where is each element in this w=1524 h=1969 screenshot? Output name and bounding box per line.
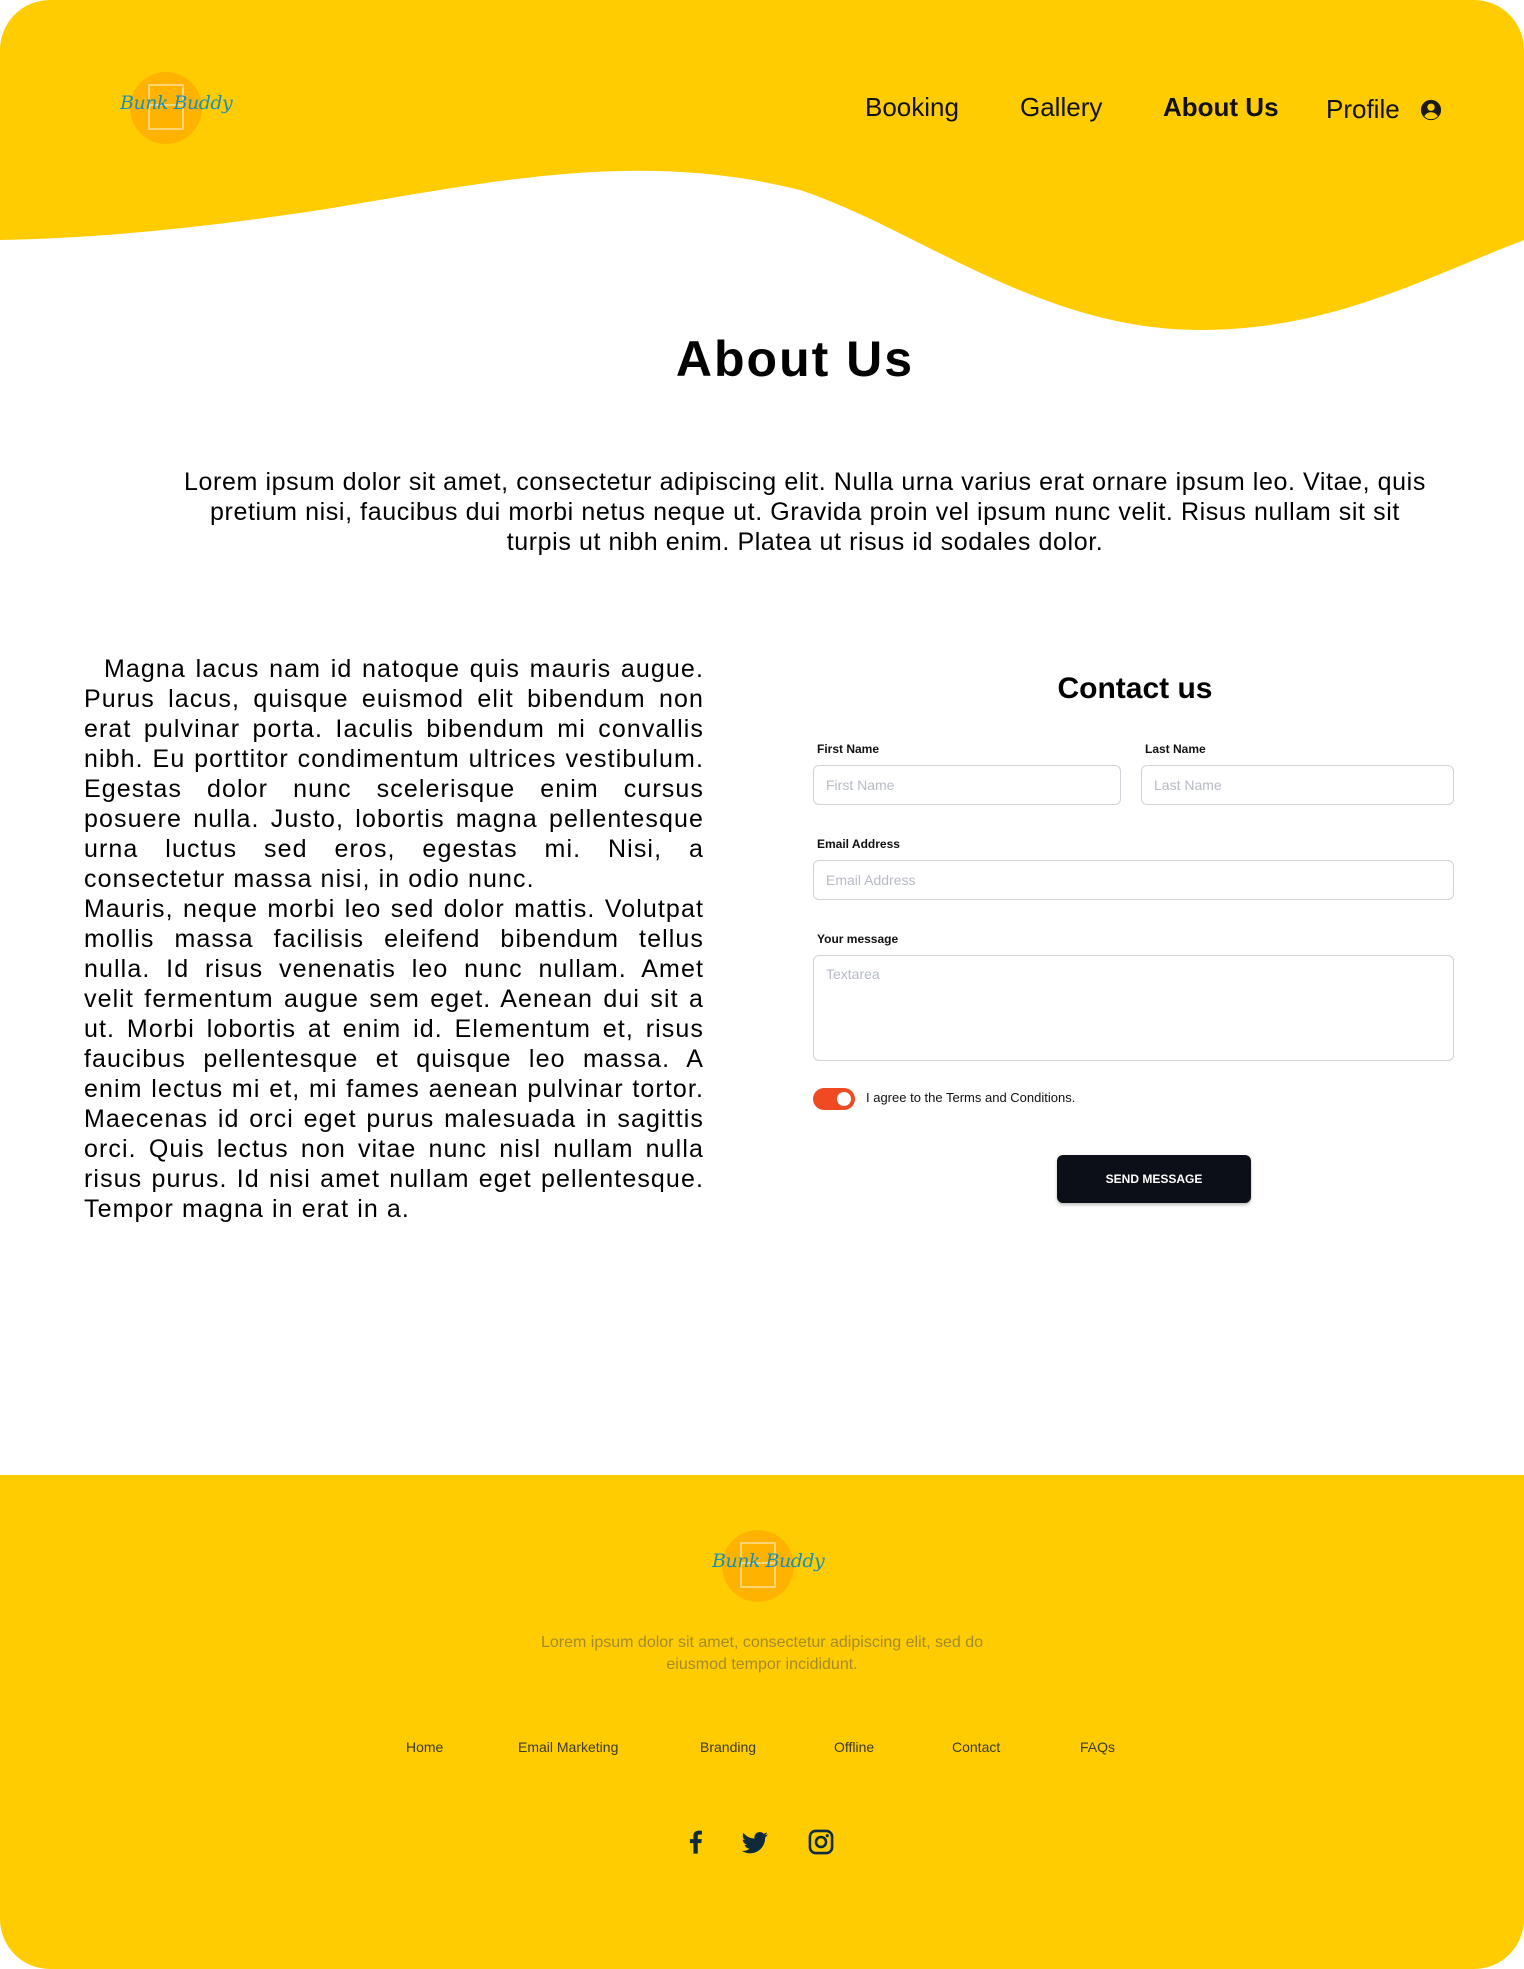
send-message-button[interactable]: SEND MESSAGE	[1057, 1155, 1251, 1203]
toggle-knob	[837, 1092, 851, 1106]
about-body-text: Magna lacus nam id natoque quis mauris a…	[84, 654, 704, 1224]
user-circle-icon[interactable]	[1420, 99, 1442, 121]
page: Bunk Buddy Booking Gallery About Us Prof…	[0, 0, 1524, 1969]
footer-link-offline[interactable]: Offline	[834, 1739, 874, 1755]
footer-link-contact[interactable]: Contact	[952, 1739, 1000, 1755]
twitter-icon[interactable]	[741, 1828, 769, 1856]
footer-logo[interactable]: Bunk Buddy	[712, 1528, 825, 1604]
facebook-icon[interactable]	[682, 1828, 710, 1856]
site-header: Bunk Buddy Booking Gallery About Us Prof…	[0, 0, 1524, 220]
footer-link-faqs[interactable]: FAQs	[1080, 1739, 1115, 1755]
nav-about-us[interactable]: About Us	[1163, 92, 1279, 123]
email-label: Email Address	[817, 837, 900, 851]
message-label: Your message	[817, 932, 899, 946]
logo-text: Bunk Buddy	[120, 92, 233, 114]
footer-link-home[interactable]: Home	[406, 1739, 443, 1755]
terms-label: I agree to the Terms and Conditions.	[866, 1090, 1076, 1105]
email-input[interactable]	[813, 860, 1454, 900]
last-name-input[interactable]	[1141, 765, 1454, 805]
footer-link-email-marketing[interactable]: Email Marketing	[518, 1739, 618, 1755]
first-name-input[interactable]	[813, 765, 1121, 805]
instagram-icon[interactable]	[807, 1828, 835, 1856]
last-name-label: Last Name	[1145, 742, 1206, 756]
nav-profile[interactable]: Profile	[1326, 94, 1400, 125]
intro-text: Lorem ipsum dolor sit amet, consectetur …	[184, 468, 1426, 556]
about-paragraph-1: Magna lacus nam id natoque quis mauris a…	[84, 655, 704, 893]
page-title: About Us	[675, 331, 915, 387]
terms-toggle[interactable]	[813, 1088, 855, 1110]
message-textarea[interactable]	[813, 955, 1454, 1061]
footer-description: Lorem ipsum dolor sit amet, consectetur …	[541, 1634, 983, 1673]
about-paragraph-2: Mauris, neque morbi leo sed dolor mattis…	[84, 895, 704, 1223]
footer-logo-text: Bunk Buddy	[712, 1550, 825, 1572]
contact-form-title: Contact us	[1057, 672, 1213, 705]
first-name-label: First Name	[817, 742, 880, 756]
nav-booking[interactable]: Booking	[865, 92, 959, 123]
footer-link-branding[interactable]: Branding	[700, 1739, 756, 1755]
brand-logo[interactable]: Bunk Buddy	[120, 70, 233, 146]
nav-gallery[interactable]: Gallery	[1020, 92, 1102, 123]
